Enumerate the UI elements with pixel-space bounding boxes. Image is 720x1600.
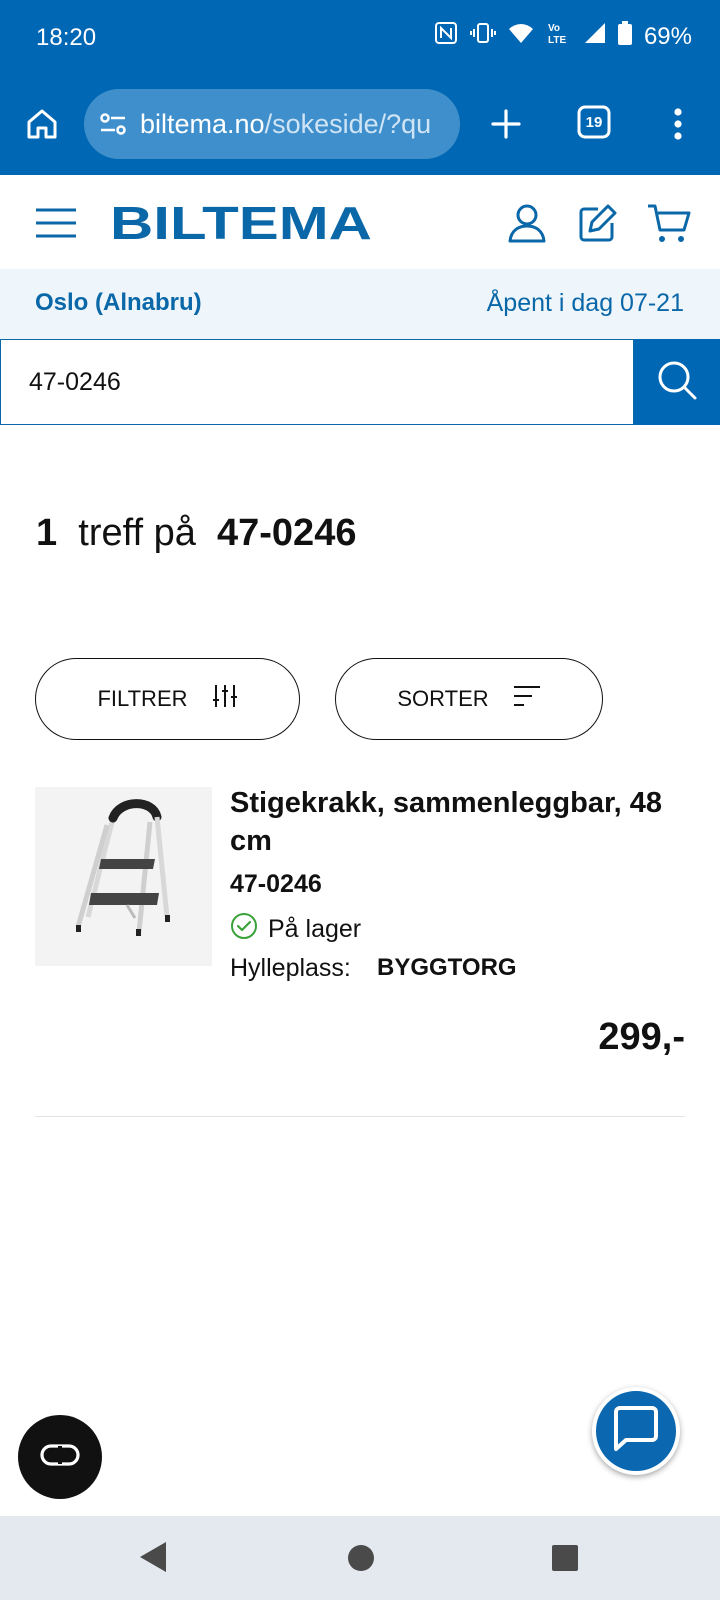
shelf-label: Hylleplass: — [230, 954, 351, 982]
status-bar: 18:20 Vo LTE 69% — [0, 0, 720, 80]
search-button[interactable] — [634, 339, 720, 425]
url-text: biltema.no/sokeside/?qu — [140, 109, 431, 140]
product-title[interactable]: Stigekrakk, sammenleggbar, 48 cm — [230, 784, 690, 860]
shopping-list-icon[interactable] — [578, 203, 618, 248]
biltema-logo[interactable]: BILTEMA — [110, 197, 372, 249]
store-bar[interactable]: Oslo (Alnabru) Åpent i dag 07-21 — [0, 269, 720, 339]
browser-toolbar: biltema.no/sokeside/?qu 19 — [0, 80, 720, 175]
vibrate-icon — [469, 21, 496, 52]
cart-icon[interactable] — [647, 203, 691, 250]
filter-label: FILTRER — [97, 686, 188, 711]
sliders-icon — [212, 683, 238, 715]
results-middle: treff på — [78, 512, 196, 554]
results-heading: 1 treff på 47-0246 — [36, 512, 356, 555]
svg-text:Vo: Vo — [548, 23, 560, 34]
system-nav-bar — [0, 1516, 720, 1600]
product-image[interactable] — [35, 787, 212, 966]
cookie-consent-icon — [39, 1443, 81, 1472]
status-icons: Vo LTE 69% — [434, 20, 692, 53]
sort-label: SORTER — [397, 686, 489, 711]
results-query: 47-0246 — [217, 512, 357, 554]
site-header: BILTEMA — [0, 175, 720, 269]
search-value: 47-0246 — [29, 368, 121, 396]
home-nav-icon[interactable] — [347, 1544, 375, 1577]
account-icon[interactable] — [507, 203, 547, 248]
home-icon[interactable] — [22, 104, 62, 144]
status-time: 18:20 — [36, 24, 97, 51]
results-count: 1 — [36, 512, 58, 554]
logo-text: BILTEMA — [110, 203, 372, 243]
tab-count: 19 — [585, 113, 603, 131]
recents-icon[interactable] — [552, 1545, 578, 1576]
signal-icon — [584, 22, 606, 51]
hamburger-menu-icon[interactable] — [35, 208, 77, 243]
site-settings-icon[interactable] — [98, 109, 128, 139]
product-sku: 47-0246 — [230, 870, 322, 898]
stock-status: På lager — [230, 912, 361, 947]
sort-button[interactable]: SORTER — [335, 658, 603, 740]
store-name[interactable]: Oslo (Alnabru) — [35, 289, 202, 317]
tab-switcher-button[interactable]: 19 — [576, 104, 612, 140]
stock-label: På lager — [268, 915, 362, 943]
chat-button[interactable] — [592, 1387, 680, 1475]
svg-text:LTE: LTE — [548, 35, 566, 46]
battery-percent: 69% — [643, 22, 692, 50]
url-host: biltema.no — [140, 108, 265, 139]
step-ladder-image — [75, 799, 170, 936]
url-path: /sokeside/?qu — [264, 108, 432, 139]
wifi-icon — [508, 22, 534, 51]
volte-icon: Vo LTE — [546, 20, 572, 53]
battery-icon — [617, 21, 632, 52]
search-input[interactable]: 47-0246 — [0, 339, 634, 425]
search-icon — [656, 359, 698, 406]
filter-button[interactable]: FILTRER — [35, 658, 300, 740]
check-circle-icon — [230, 912, 258, 947]
new-tab-icon[interactable] — [486, 104, 526, 144]
product-price: 299,- — [598, 1016, 685, 1058]
shelf-value: BYGGTORG — [377, 954, 517, 981]
chat-bubble-icon — [612, 1405, 660, 1457]
sort-icon — [513, 685, 541, 713]
back-icon[interactable] — [138, 1540, 168, 1579]
nfc-icon — [434, 21, 458, 52]
store-hours[interactable]: Åpent i dag 07-21 — [487, 289, 684, 318]
cookie-consent-button[interactable] — [18, 1415, 102, 1499]
address-bar[interactable]: biltema.no/sokeside/?qu — [84, 89, 460, 159]
more-menu-icon[interactable] — [660, 102, 696, 146]
divider — [35, 1116, 685, 1117]
